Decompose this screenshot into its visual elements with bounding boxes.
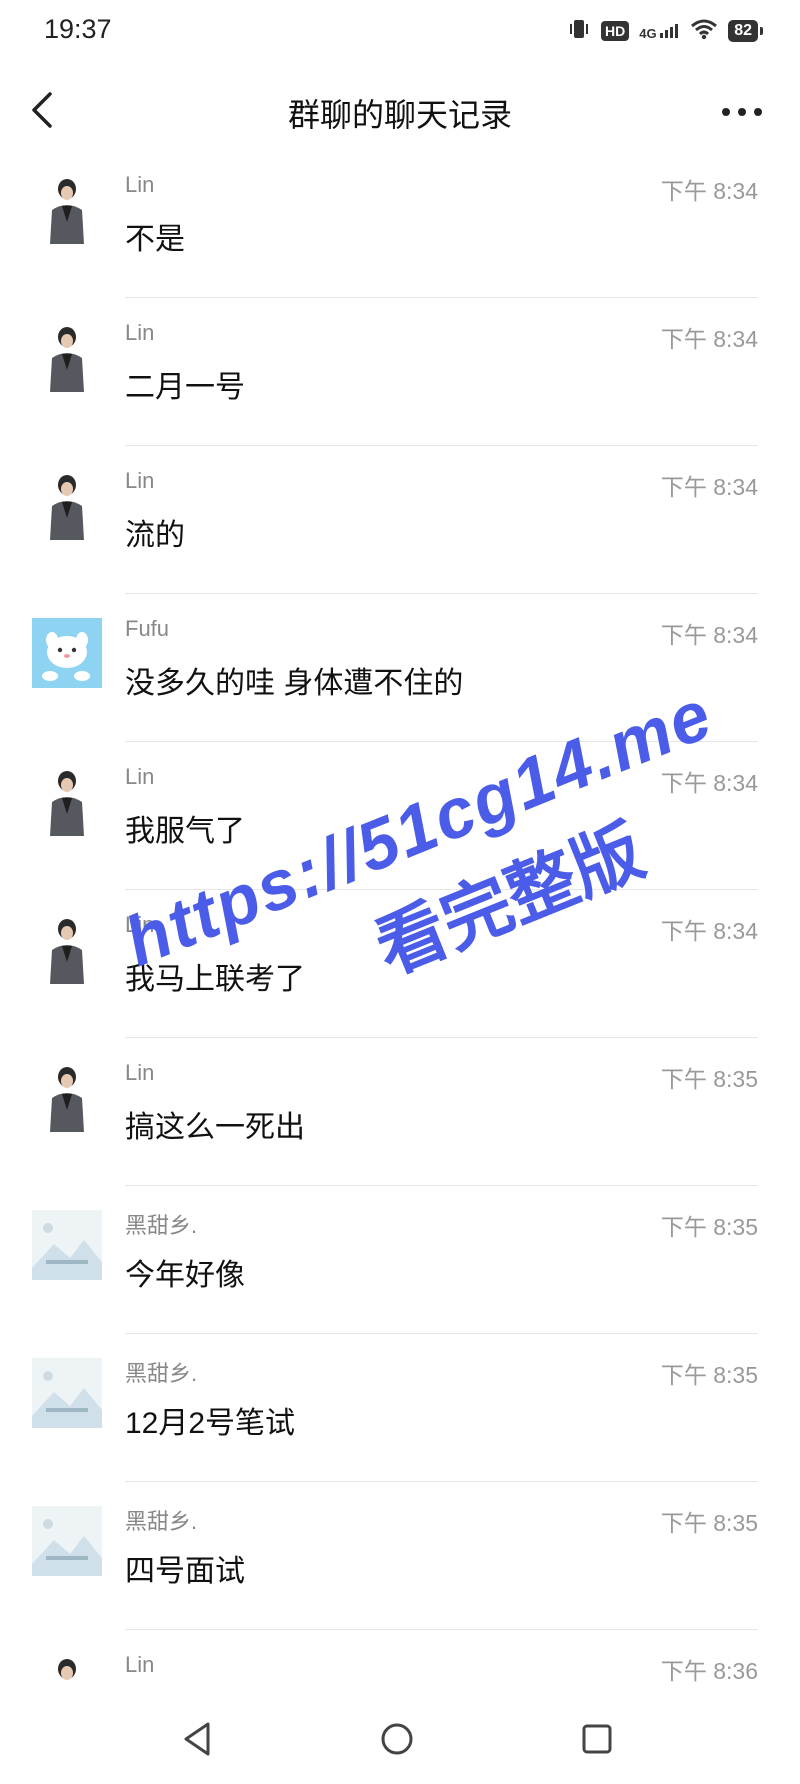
- sender-name: Lin: [125, 912, 155, 937]
- status-bar: 19:37 HD 4G 82: [0, 0, 800, 60]
- message-item[interactable]: Lin 下午 8:34 我马上联考了: [0, 890, 800, 1038]
- message-text: 12月2号笔试: [125, 1407, 296, 1440]
- cellular-signal-icon: 4G: [639, 22, 680, 41]
- man-avatar[interactable]: [32, 914, 102, 984]
- message-time: 下午 8:35: [660, 1066, 758, 1092]
- message-text: 我马上联考了: [125, 963, 305, 996]
- message-text: 四号面试: [125, 1555, 245, 1588]
- man-avatar[interactable]: [32, 766, 102, 836]
- message-text: 今年好像: [125, 1259, 245, 1292]
- sender-name: 黑甜乡.: [125, 1361, 198, 1386]
- message-time: 下午 8:34: [660, 622, 758, 648]
- system-nav-bar: [0, 1684, 800, 1784]
- battery-icon: 82: [728, 20, 763, 42]
- circle-home-icon: [381, 1723, 413, 1755]
- system-back-button[interactable]: [172, 1714, 222, 1764]
- sender-name: Lin: [125, 764, 155, 789]
- message-time: 下午 8:35: [660, 1510, 758, 1536]
- man-avatar[interactable]: [32, 322, 102, 392]
- square-recents-icon: [582, 1724, 612, 1754]
- wifi-icon: [690, 18, 718, 45]
- sender-name: Lin: [125, 1060, 155, 1085]
- landscape-avatar[interactable]: [32, 1358, 102, 1428]
- message-time: 下午 8:34: [660, 326, 758, 352]
- man-avatar[interactable]: [32, 174, 102, 244]
- message-text: 没多久的哇 身体遭不住的: [125, 667, 464, 700]
- sender-name: Lin: [125, 1652, 155, 1677]
- sender-name: Lin: [125, 172, 155, 197]
- more-dots-icon: [722, 108, 762, 116]
- cartoon-avatar[interactable]: [32, 618, 102, 688]
- sender-name: 黑甜乡.: [125, 1509, 198, 1534]
- status-time: 19:37: [44, 14, 112, 44]
- message-time: 下午 8:35: [660, 1214, 758, 1240]
- message-item[interactable]: Lin 下午 8:34 我服气了: [0, 742, 800, 890]
- vibrate-icon: [567, 17, 591, 46]
- message-item[interactable]: 黑甜乡. 下午 8:35 12月2号笔试: [0, 1334, 800, 1482]
- message-time: 下午 8:35: [660, 1362, 758, 1388]
- message-item[interactable]: 黑甜乡. 下午 8:35 四号面试: [0, 1482, 800, 1630]
- message-time: 下午 8:34: [660, 178, 758, 204]
- man-avatar[interactable]: [32, 1062, 102, 1132]
- message-time: 下午 8:34: [660, 918, 758, 944]
- landscape-avatar[interactable]: [32, 1506, 102, 1576]
- system-recents-button[interactable]: [572, 1714, 622, 1764]
- page-title: 群聊的聊天记录: [287, 97, 512, 133]
- message-text: 二月一号: [125, 371, 245, 404]
- message-time: 下午 8:36: [660, 1658, 758, 1684]
- sender-name: Lin: [125, 468, 155, 493]
- message-item[interactable]: Lin 下午 8:34 二月一号: [0, 298, 800, 446]
- status-icons: HD 4G 82: [567, 16, 763, 46]
- man-avatar[interactable]: [32, 1654, 102, 1684]
- message-text: 不是: [125, 223, 185, 256]
- sender-name: Fufu: [125, 616, 170, 641]
- message-text: 我服气了: [125, 815, 245, 848]
- message-item[interactable]: Fufu 下午 8:34 没多久的哇 身体遭不住的: [0, 594, 800, 742]
- message-item[interactable]: Lin 下午 8:35 搞这么一死出: [0, 1038, 800, 1186]
- message-item[interactable]: Lin 下午 8:34 流的: [0, 446, 800, 594]
- message-item[interactable]: Lin 下午 8:34 不是: [0, 150, 800, 298]
- man-avatar[interactable]: [32, 470, 102, 540]
- more-button[interactable]: [712, 86, 772, 134]
- message-item[interactable]: Lin 下午 8:36: [0, 1630, 800, 1684]
- hd-badge: HD: [601, 21, 630, 41]
- message-item[interactable]: 黑甜乡. 下午 8:35 今年好像: [0, 1186, 800, 1334]
- landscape-avatar[interactable]: [32, 1210, 102, 1280]
- sender-name: 黑甜乡.: [125, 1213, 198, 1238]
- message-list[interactable]: Lin 下午 8:34 不是 Lin 下午 8:34 二月一号 Lin 下午 8:34 流的 Fu…: [0, 150, 800, 1684]
- message-text: 搞这么一死出: [125, 1111, 305, 1144]
- network-type: 4G: [639, 25, 657, 41]
- sender-name: Lin: [125, 320, 155, 345]
- message-text: 流的: [125, 519, 185, 552]
- message-time: 下午 8:34: [660, 770, 758, 796]
- triangle-back-icon: [184, 1722, 210, 1756]
- header-bar: 群聊的聊天记录: [0, 70, 800, 150]
- system-home-button[interactable]: [372, 1714, 422, 1764]
- message-time: 下午 8:34: [660, 474, 758, 500]
